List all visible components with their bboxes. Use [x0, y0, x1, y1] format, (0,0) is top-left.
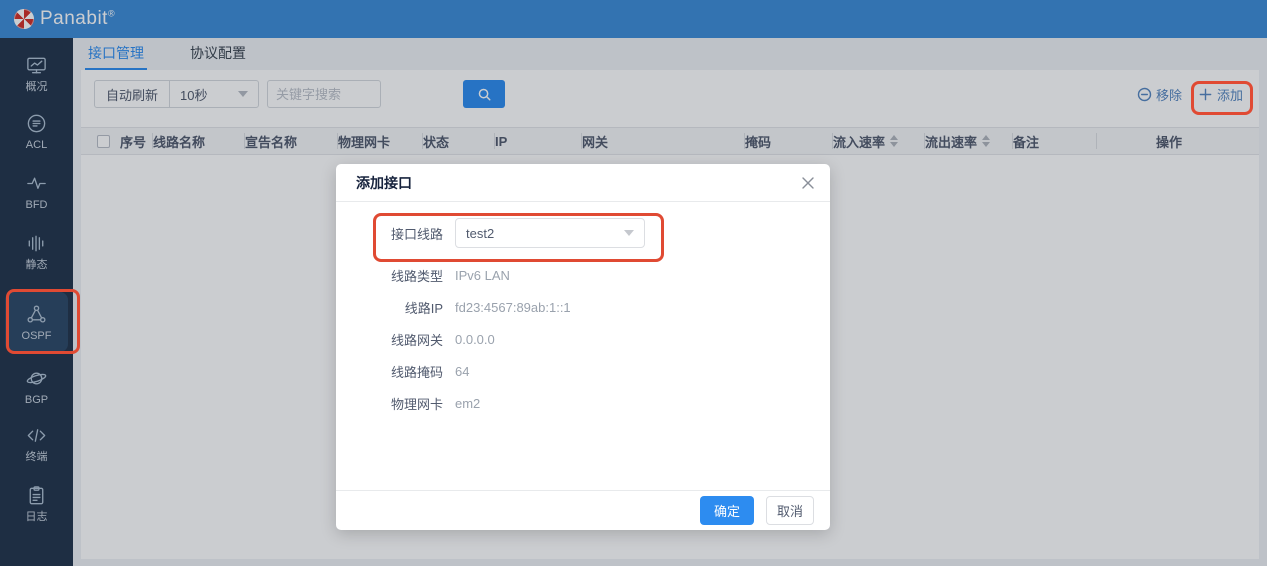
- chevron-down-icon: [624, 230, 634, 236]
- interface-line-select[interactable]: test2: [455, 218, 645, 248]
- modal-title: 添加接口: [356, 173, 412, 193]
- confirm-button[interactable]: 确定: [700, 496, 754, 525]
- field-label: 线路掩码: [363, 362, 443, 381]
- form-row-line-gateway: 线路网关 0.0.0.0: [336, 330, 830, 349]
- line-type-value: IPv6 LAN: [455, 268, 510, 283]
- form-row-interface-line: 接口线路 test2: [336, 218, 830, 248]
- form-row-line-ip: 线路IP fd23:4567:89ab:1::1: [336, 298, 830, 317]
- modal-close-button[interactable]: [800, 175, 816, 191]
- add-interface-modal: 添加接口 接口线路 test2 线路类型 IPv6 LAN 线路IP fd23:…: [336, 164, 830, 530]
- line-ip-value: fd23:4567:89ab:1::1: [455, 300, 571, 315]
- form-row-physical-nic: 物理网卡 em2: [336, 394, 830, 413]
- field-label: 接口线路: [363, 224, 443, 243]
- line-mask-value: 64: [455, 364, 469, 379]
- modal-footer: 确定 取消: [336, 490, 830, 530]
- physical-nic-value: em2: [455, 396, 480, 411]
- field-label: 物理网卡: [363, 394, 443, 413]
- form-row-line-type: 线路类型 IPv6 LAN: [336, 266, 830, 285]
- close-icon: [800, 175, 816, 191]
- modal-body: 接口线路 test2 线路类型 IPv6 LAN 线路IP fd23:4567:…: [336, 202, 830, 413]
- field-label: 线路网关: [363, 330, 443, 349]
- form-row-line-mask: 线路掩码 64: [336, 362, 830, 381]
- interface-line-value: test2: [466, 226, 494, 241]
- field-label: 线路IP: [363, 298, 443, 317]
- field-label: 线路类型: [363, 266, 443, 285]
- modal-header: 添加接口: [336, 164, 830, 202]
- cancel-button[interactable]: 取消: [766, 496, 814, 525]
- line-gateway-value: 0.0.0.0: [455, 332, 495, 347]
